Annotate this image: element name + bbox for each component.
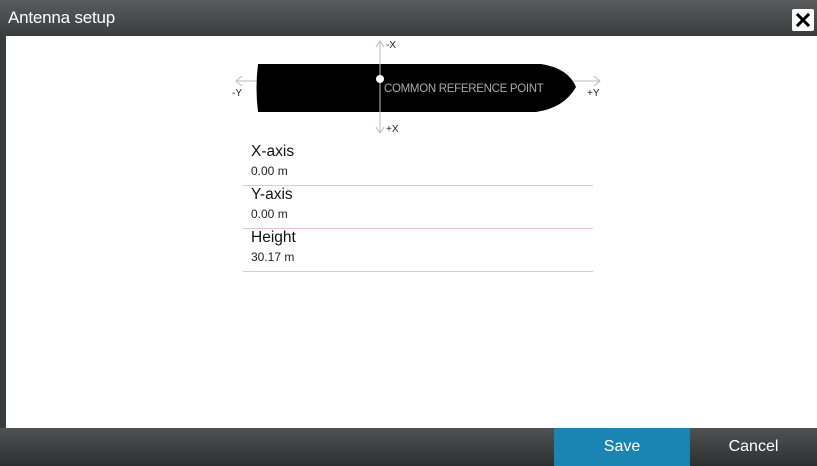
close-button[interactable] xyxy=(792,9,814,31)
axis-label-plus-x: +X xyxy=(386,124,399,135)
dialog-content: -X +X -Y +Y COMMON REFERENCE POINT X-axi… xyxy=(6,36,817,428)
cancel-button[interactable]: Cancel xyxy=(690,428,817,466)
x-axis-value: 0.00 m xyxy=(251,164,288,178)
y-axis-label: Y-axis xyxy=(251,186,293,203)
height-value: 30.17 m xyxy=(251,250,295,264)
reference-point-marker xyxy=(376,75,384,83)
close-icon xyxy=(795,12,811,28)
save-button[interactable]: Save xyxy=(554,428,690,466)
window-title: Antenna setup xyxy=(8,8,116,27)
axis-label-minus-x: -X xyxy=(386,40,396,51)
y-axis-row[interactable]: Y-axis 0.00 m xyxy=(243,186,593,229)
axis-label-minus-y: -Y xyxy=(232,88,242,99)
x-axis-label: X-axis xyxy=(251,143,295,160)
settings-list: X-axis 0.00 m Y-axis 0.00 m Height 30.17… xyxy=(243,143,593,272)
x-axis-row[interactable]: X-axis 0.00 m xyxy=(243,143,593,186)
axis-label-plus-y: +Y xyxy=(587,88,600,99)
title-bar: Antenna setup xyxy=(0,0,817,36)
height-row[interactable]: Height 30.17 m xyxy=(243,229,593,272)
y-axis-value: 0.00 m xyxy=(251,207,288,221)
height-label: Height xyxy=(251,229,296,246)
antenna-diagram: -X +X -Y +Y COMMON REFERENCE POINT xyxy=(6,36,817,142)
footer-bar: Save Cancel xyxy=(0,428,817,466)
reference-point-label: COMMON REFERENCE POINT xyxy=(384,83,544,95)
